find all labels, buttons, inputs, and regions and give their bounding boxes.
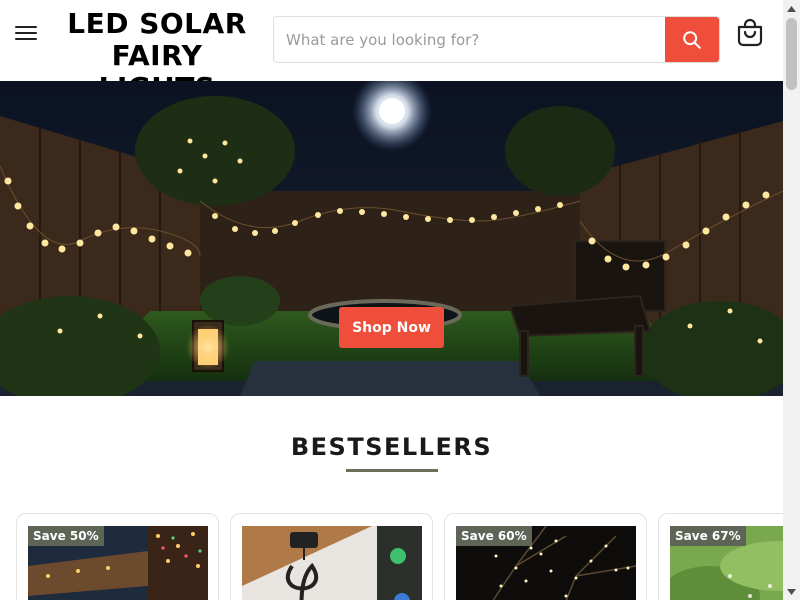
shop-now-button[interactable]: Shop Now <box>339 307 444 348</box>
product-card[interactable] <box>230 513 433 600</box>
shopping-bag-icon <box>737 18 763 47</box>
product-card[interactable]: Save 50% <box>16 513 219 600</box>
search-button[interactable] <box>665 17 719 62</box>
discount-badge: Save 50% <box>28 526 104 546</box>
site-logo[interactable]: LED SOLAR FAIRY LIGHTS <box>52 7 262 104</box>
search-input[interactable] <box>274 17 665 62</box>
search-bar <box>273 16 720 63</box>
scroll-up-arrow-icon[interactable] <box>783 0 800 17</box>
logo-line-1: LED SOLAR <box>67 7 247 40</box>
cart-button[interactable] <box>735 18 765 48</box>
bestsellers-title: BESTSELLERS <box>290 433 493 461</box>
discount-badge: Save 60% <box>456 526 532 546</box>
search-icon <box>683 30 701 49</box>
product-carousel: Save 50% Save 60% Save 67% <box>0 513 783 600</box>
product-card[interactable]: Save 60% <box>444 513 647 600</box>
scrollbar-thumb[interactable] <box>786 18 797 90</box>
discount-badge: Save 67% <box>670 526 746 546</box>
product-image[interactable] <box>242 526 422 600</box>
hero-banner: Shop Now <box>0 81 783 396</box>
hamburger-icon[interactable] <box>12 22 40 44</box>
page-scrollbar[interactable] <box>783 0 800 600</box>
scroll-down-arrow-icon[interactable] <box>783 583 800 600</box>
site-header: LED SOLAR FAIRY LIGHTS <box>0 0 783 104</box>
product-card[interactable]: Save 67% <box>658 513 783 600</box>
hero-garden-image <box>0 81 783 396</box>
title-underline <box>346 469 438 472</box>
